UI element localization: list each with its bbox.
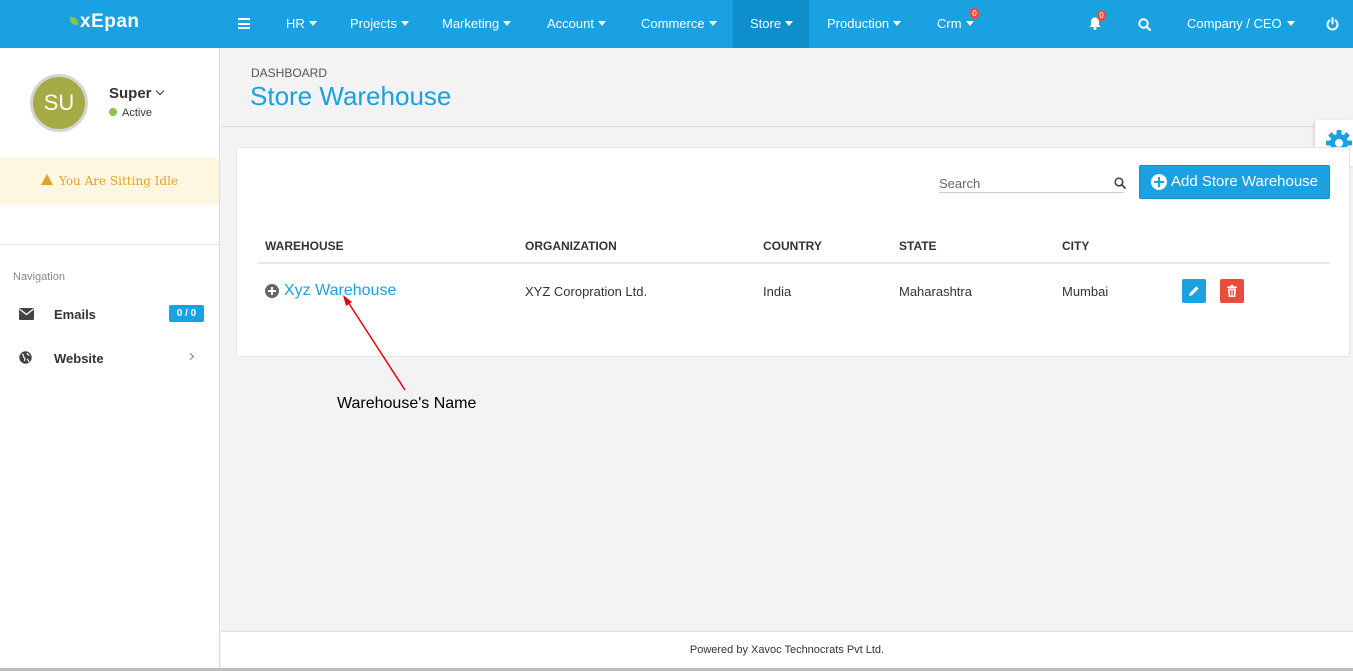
page-header: DASHBOARD Store Warehouse: [221, 48, 1353, 127]
table-header-row: WAREHOUSE ORGANIZATION COUNTRY STATE CIT…: [257, 230, 1330, 264]
sidebar-item-emails[interactable]: Emails 0 / 0: [0, 295, 219, 335]
cell-organization: XYZ Coropration Ltd.: [525, 283, 648, 299]
user-status: Active: [109, 107, 152, 119]
caret-down-icon: [785, 21, 794, 27]
sidebar-divider: [0, 244, 219, 245]
warehouse-panel: Add Store Warehouse WAREHOUSE ORGANIZATI…: [236, 147, 1350, 357]
nav-item-commerce[interactable]: Commerce: [641, 0, 717, 48]
top-navbar: xEpan HR Projects Marketing Account Comm…: [0, 0, 1353, 48]
nav-item-label: Projects: [350, 16, 397, 31]
cell-actions: [1174, 263, 1330, 318]
nav-item-production[interactable]: Production: [827, 0, 902, 48]
caret-down-icon: [400, 21, 409, 27]
nav-item-store[interactable]: Store: [733, 0, 809, 48]
user-menu[interactable]: Company / CEO: [1187, 0, 1295, 48]
nav-item-label: Commerce: [641, 16, 705, 31]
sidebar-item-label: Emails: [54, 307, 96, 322]
search-field[interactable]: [939, 174, 1126, 193]
cell-city: Mumbai: [1062, 283, 1109, 299]
caret-down-icon: [503, 21, 512, 27]
envelope-icon: [19, 308, 34, 320]
notification-badge: 0: [1097, 10, 1106, 21]
delete-button[interactable]: [1220, 279, 1244, 303]
search-input[interactable]: [939, 174, 1104, 192]
globe-icon: [19, 351, 32, 364]
nav-item-projects[interactable]: Projects: [350, 0, 409, 48]
app-logo-text: xEpan: [80, 11, 140, 32]
column-header-warehouse[interactable]: WAREHOUSE: [257, 230, 517, 264]
warehouse-table: WAREHOUSE ORGANIZATION COUNTRY STATE CIT…: [257, 230, 1330, 318]
caret-down-icon: [1286, 21, 1295, 27]
caret-down-icon: [893, 21, 902, 27]
nav-item-marketing[interactable]: Marketing: [442, 0, 512, 48]
page-title: Store Warehouse: [250, 81, 452, 111]
expand-plus-icon[interactable]: [265, 283, 279, 298]
nav-item-hr[interactable]: HR: [286, 0, 317, 48]
idle-message: You Are Sitting Idle: [58, 174, 179, 188]
user-name: Super: [109, 85, 152, 102]
caret-down-icon: [708, 21, 717, 27]
sidebar-item-website[interactable]: Website: [0, 339, 219, 379]
column-header-state[interactable]: STATE: [891, 230, 1054, 264]
column-header-organization[interactable]: ORGANIZATION: [517, 230, 755, 264]
pencil-icon: [1189, 286, 1199, 296]
leaf-icon: [70, 17, 78, 25]
add-store-warehouse-button[interactable]: Add Store Warehouse: [1139, 165, 1330, 199]
caret-down-icon: [308, 21, 317, 27]
caret-down-icon: [965, 21, 974, 27]
column-header-city[interactable]: CITY: [1054, 230, 1174, 264]
nav-item-label: Crm: [937, 16, 962, 31]
user-name-dropdown[interactable]: Super: [109, 85, 164, 102]
cell-warehouse: Xyz Warehouse: [257, 263, 517, 318]
warning-icon: [40, 174, 53, 185]
sidebar-item-label: Website: [54, 351, 104, 366]
chevron-down-icon: [155, 86, 164, 96]
nav-item-label: Store: [750, 16, 782, 31]
column-header-country[interactable]: COUNTRY: [755, 230, 891, 264]
emails-count-badge: 0 / 0: [169, 305, 204, 322]
hamburger-menu-icon[interactable]: [238, 18, 250, 29]
sidebar: SU Super Active You Are Sitting Idle Nav…: [0, 48, 220, 671]
edit-button[interactable]: [1182, 279, 1206, 303]
chevron-right-icon: [186, 352, 195, 361]
annotation-label: Warehouse's Name: [337, 395, 477, 412]
nav-heading: Navigation: [13, 271, 65, 283]
user-status-label: Active: [122, 107, 152, 119]
trash-icon: [1227, 285, 1237, 297]
search-icon[interactable]: [1114, 177, 1126, 189]
crm-badge: 0: [970, 8, 979, 19]
cell-state: Maharashtra: [899, 283, 972, 299]
cell-country: India: [763, 283, 792, 299]
search-icon[interactable]: [1138, 18, 1151, 31]
nav-item-crm[interactable]: Crm: [937, 0, 974, 48]
avatar[interactable]: SU: [30, 74, 88, 132]
column-header-actions: [1174, 230, 1330, 264]
nav-item-label: Account: [547, 16, 594, 31]
breadcrumb[interactable]: DASHBOARD: [251, 66, 327, 80]
warehouse-name-link[interactable]: Xyz Warehouse: [284, 282, 396, 299]
caret-down-icon: [597, 21, 606, 27]
nav-item-label: HR: [286, 16, 305, 31]
app-logo[interactable]: xEpan: [0, 0, 220, 48]
footer: Powered by Xavoc Technocrats Pvt Ltd.: [221, 631, 1353, 668]
idle-alert: You Are Sitting Idle: [0, 158, 219, 205]
add-button-label: Add Store Warehouse: [1171, 173, 1319, 190]
nav-item-label: Production: [827, 16, 890, 31]
status-dot-icon: [109, 108, 117, 117]
nav-item-account[interactable]: Account: [547, 0, 606, 48]
user-menu-label: Company / CEO: [1187, 16, 1282, 31]
nav-item-label: Marketing: [442, 16, 500, 31]
plus-circle-icon: [1151, 174, 1167, 190]
power-icon[interactable]: [1326, 17, 1339, 31]
table-row: Xyz Warehouse XYZ Coropration Ltd. India…: [257, 263, 1330, 318]
